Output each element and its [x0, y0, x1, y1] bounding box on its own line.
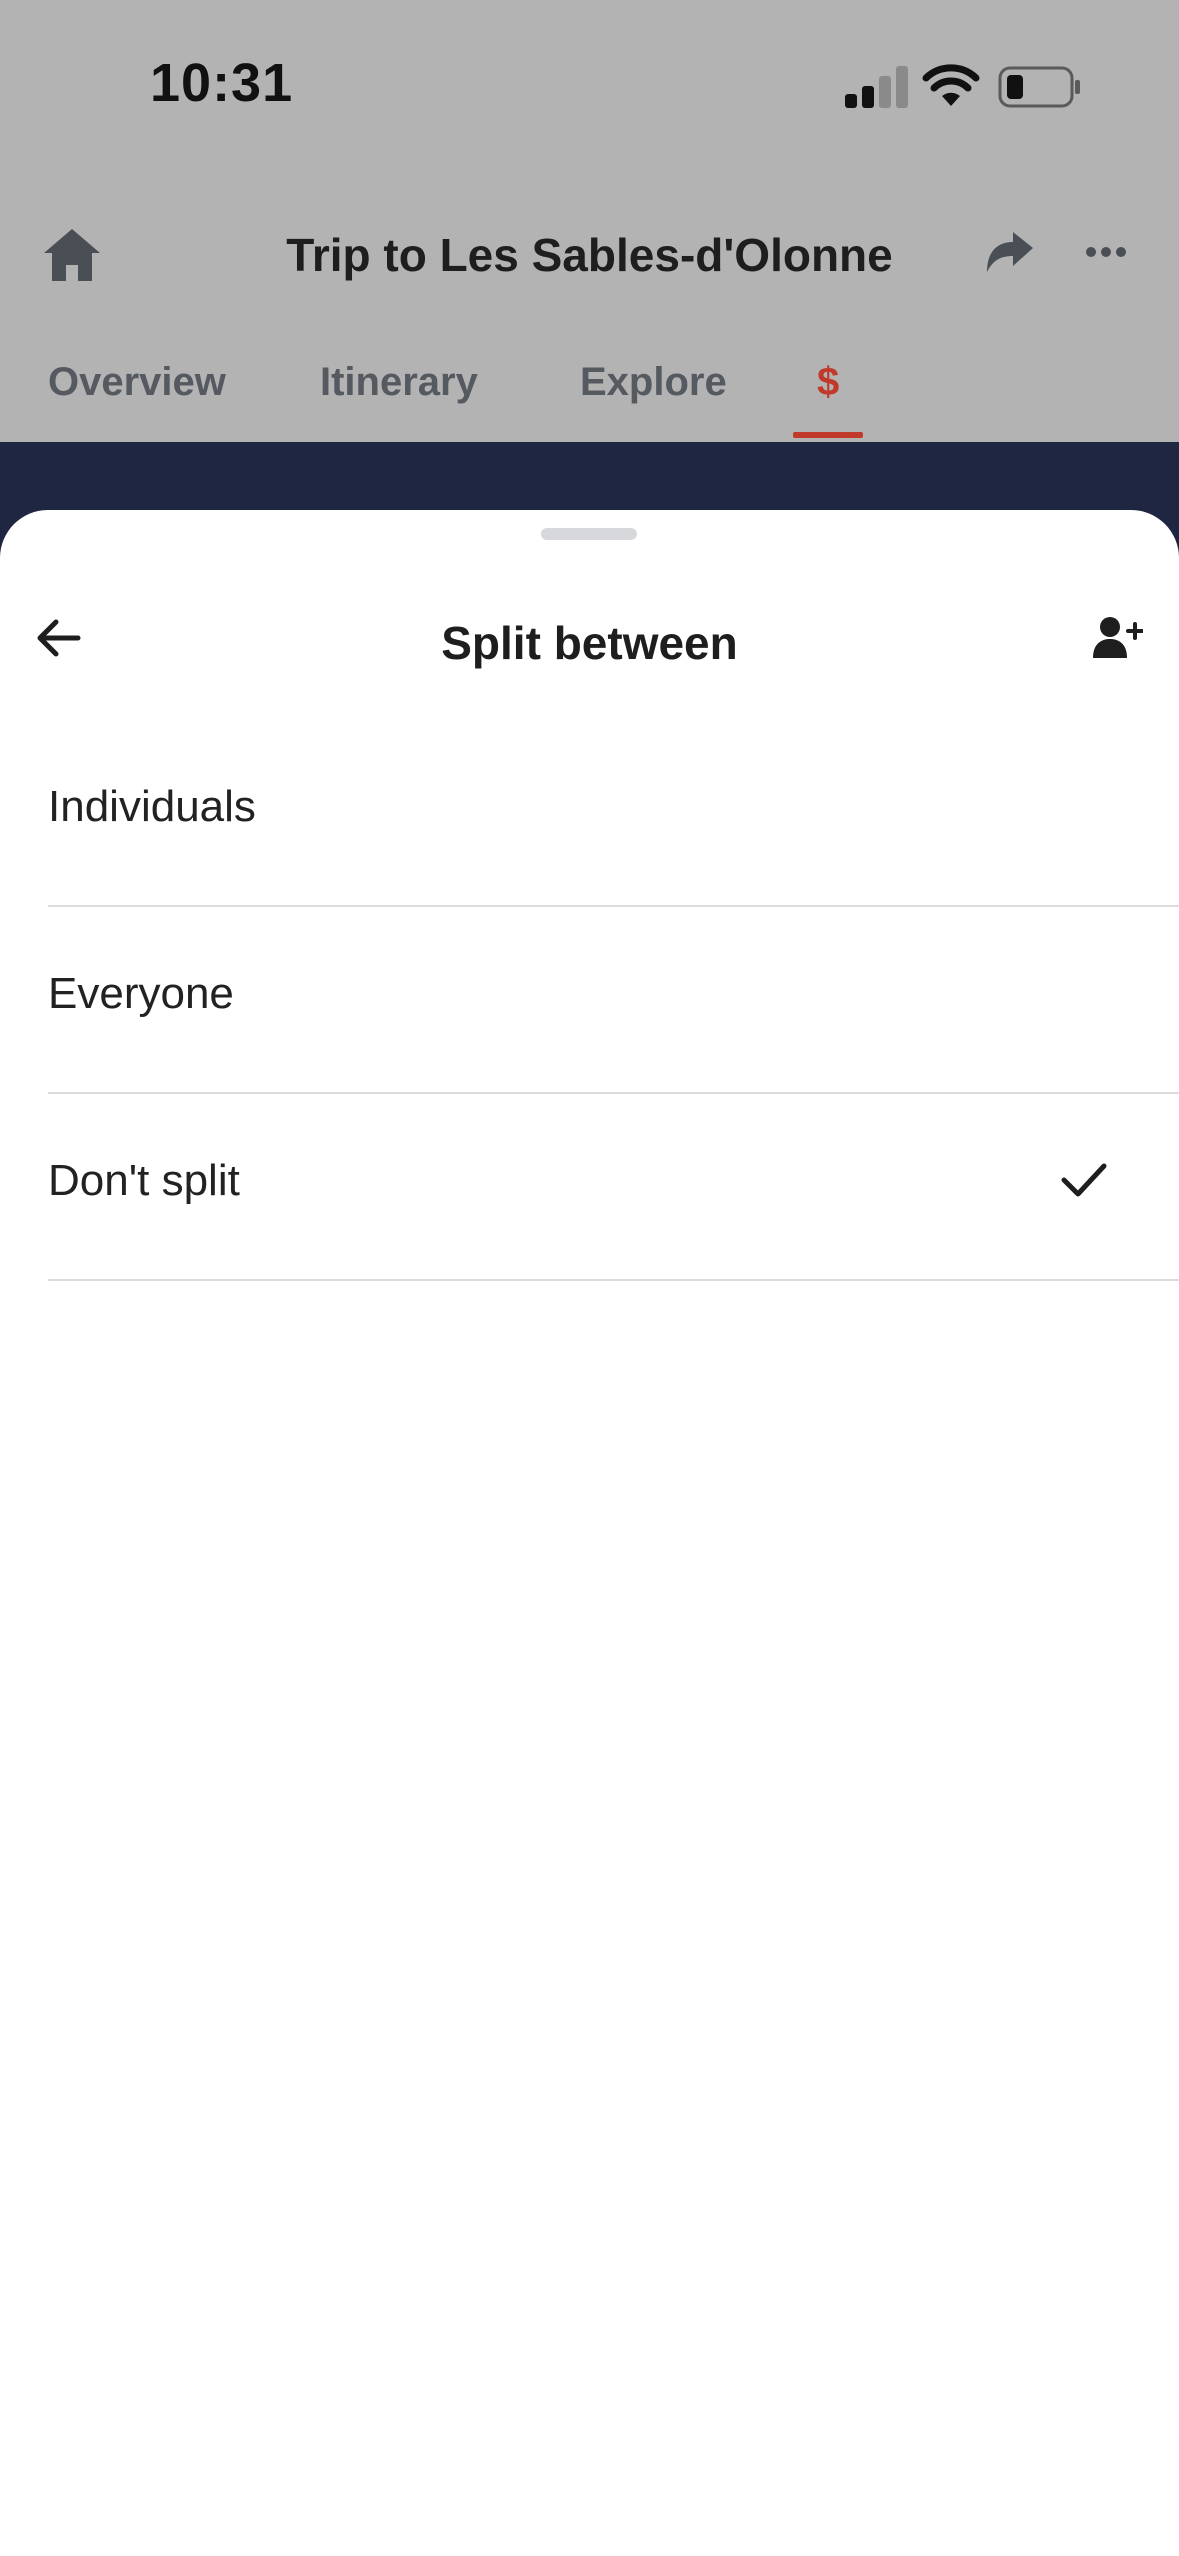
option-dont-split[interactable]: Don't split	[48, 1094, 1179, 1281]
checkmark-icon	[1061, 1163, 1107, 1197]
app-header: Trip to Les Sables-d'Olonne	[0, 190, 1179, 320]
active-tab-indicator	[793, 432, 863, 438]
status-time: 10:31	[150, 53, 294, 113]
trip-tabs: Overview Itinerary Explore $	[0, 340, 1179, 442]
option-individuals[interactable]: Individuals	[48, 720, 1179, 907]
sheet-grabber[interactable]	[541, 528, 637, 540]
share-icon[interactable]	[985, 230, 1035, 276]
screen: 10:31 Trip to Les Sables-d'Olonne Overvi…	[0, 0, 1179, 2556]
split-options-list: Individuals Everyone Don't split	[0, 720, 1179, 1281]
trip-title: Trip to Les Sables-d'Olonne	[286, 229, 893, 281]
cellular-signal-icon	[845, 64, 908, 108]
sheet-title: Split between	[441, 617, 738, 669]
battery-icon	[998, 66, 1080, 108]
tab-budget[interactable]: $	[817, 360, 839, 405]
wifi-icon	[922, 64, 980, 106]
option-label: Individuals	[48, 782, 256, 831]
back-arrow-icon[interactable]	[36, 618, 82, 658]
add-user-icon[interactable]	[1093, 616, 1143, 660]
option-everyone[interactable]: Everyone	[48, 907, 1179, 1094]
sheet-header: Split between	[0, 580, 1179, 720]
tab-itinerary[interactable]: Itinerary	[320, 360, 478, 405]
more-icon[interactable]	[1085, 245, 1127, 259]
split-between-sheet: Split between Individuals Everyone Don't…	[0, 510, 1179, 2556]
status-bar: 10:31	[0, 0, 1179, 170]
option-label: Everyone	[48, 969, 234, 1018]
option-label: Don't split	[48, 1156, 240, 1205]
home-icon[interactable]	[40, 225, 104, 285]
tab-explore[interactable]: Explore	[580, 360, 727, 405]
tab-overview[interactable]: Overview	[48, 360, 226, 405]
